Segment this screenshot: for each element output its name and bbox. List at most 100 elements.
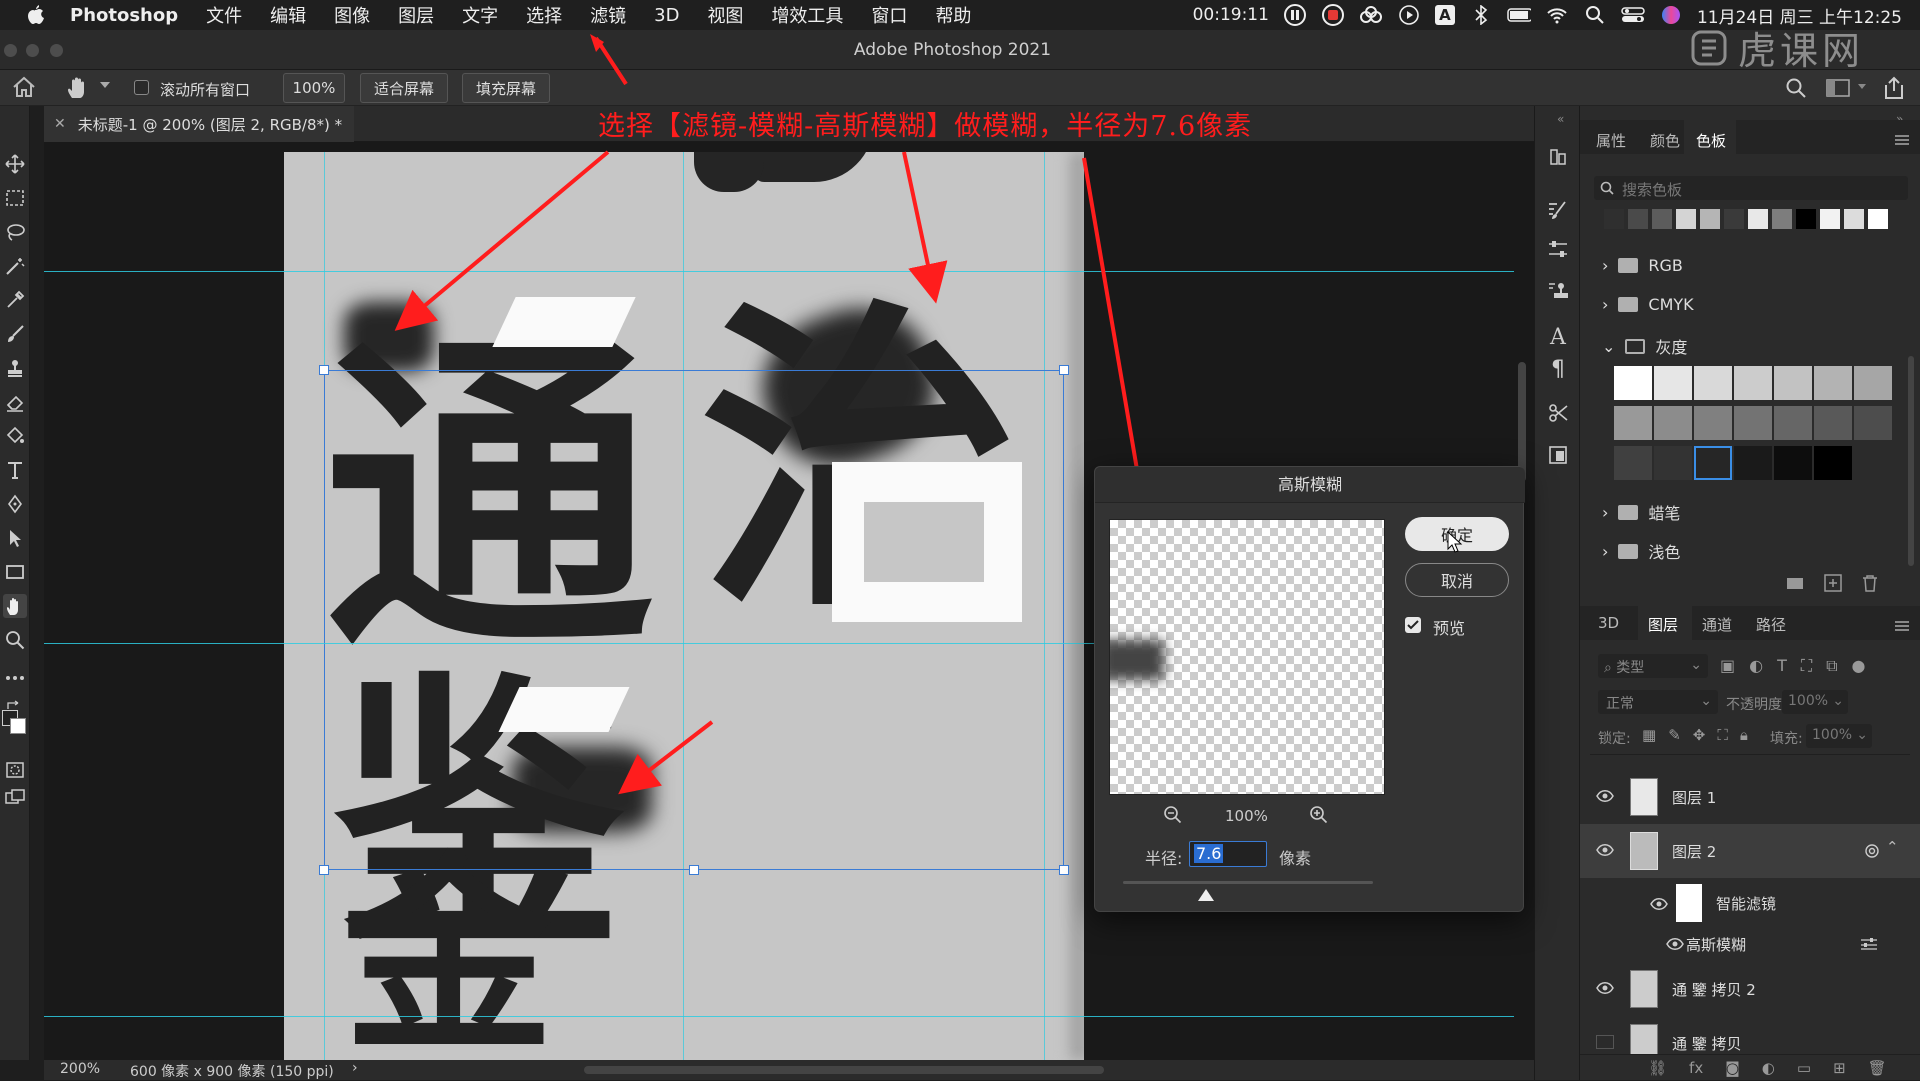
transform-bounding-box[interactable]: [324, 370, 1064, 870]
lock-artboard-icon[interactable]: ⛶: [1717, 726, 1728, 744]
brush-tool-icon[interactable]: [3, 322, 27, 346]
menu-image[interactable]: 图像: [334, 2, 370, 28]
blend-mode-select[interactable]: 正常 ⌄: [1598, 690, 1718, 714]
grayscale-swatch[interactable]: [1814, 406, 1852, 440]
search-icon[interactable]: [1583, 3, 1607, 27]
link-layers-icon[interactable]: ⛓: [1648, 1059, 1667, 1077]
paragraph-icon[interactable]: ¶: [1543, 354, 1573, 384]
stamp-tool-icon[interactable]: [3, 356, 27, 380]
tool-presets-icon[interactable]: [1543, 398, 1573, 428]
status-zoom[interactable]: 200%: [60, 1061, 100, 1077]
swatches-scrollbar[interactable]: [1908, 356, 1914, 566]
recent-swatch[interactable]: [1628, 209, 1648, 229]
swatch-group-light[interactable]: › 浅色: [1602, 539, 1680, 563]
new-layer-icon[interactable]: ⊞: [1833, 1059, 1846, 1077]
swatch-group-grayscale[interactable]: ⌄ 灰度: [1602, 334, 1687, 358]
menu-3d[interactable]: 3D: [654, 5, 679, 26]
wifi-icon[interactable]: [1545, 3, 1569, 27]
recent-swatch[interactable]: [1652, 209, 1672, 229]
transform-handle[interactable]: [1059, 365, 1069, 375]
menu-window[interactable]: 窗口: [871, 2, 907, 28]
workspace-icon[interactable]: [1826, 78, 1850, 98]
stop-record-icon[interactable]: [1321, 3, 1345, 27]
recent-swatch[interactable]: [1724, 209, 1744, 229]
menu-layer[interactable]: 图层: [398, 2, 434, 28]
tab-channels[interactable]: 通道: [1702, 614, 1732, 635]
tab-color[interactable]: 颜色: [1650, 130, 1680, 151]
radius-slider-track[interactable]: [1123, 881, 1373, 884]
menu-plugins[interactable]: 增效工具: [771, 2, 843, 28]
preview-checkbox[interactable]: [1405, 617, 1421, 633]
share-icon[interactable]: [1883, 76, 1905, 100]
visibility-eye-icon[interactable]: [1666, 937, 1684, 951]
recent-swatch[interactable]: [1844, 209, 1864, 229]
clone-source-icon[interactable]: [1543, 276, 1573, 306]
grayscale-swatch[interactable]: [1854, 366, 1892, 400]
lock-all-icon[interactable]: 🔒︎: [1740, 726, 1748, 744]
zoom-tool-icon[interactable]: [3, 628, 27, 652]
zoom-in-icon[interactable]: [1309, 805, 1329, 825]
layer-row[interactable]: 通 鑒 拷贝 2: [1580, 962, 1920, 1016]
image-filter-icon[interactable]: ▣: [1720, 656, 1735, 676]
grayscale-swatch[interactable]: [1654, 446, 1692, 480]
grayscale-swatch[interactable]: [1734, 406, 1772, 440]
menu-select[interactable]: 选择: [526, 2, 562, 28]
swatch-group-rgb[interactable]: › RGB: [1602, 256, 1683, 275]
type-tool-icon[interactable]: [3, 458, 27, 482]
character-icon[interactable]: A: [1543, 322, 1573, 352]
panel-menu-icon[interactable]: [1894, 620, 1910, 632]
marquee-tool-icon[interactable]: [3, 186, 27, 210]
blur-preview[interactable]: [1109, 519, 1385, 795]
quick-mask-icon[interactable]: [3, 758, 27, 782]
visibility-eye-icon[interactable]: [1596, 981, 1614, 995]
fill-screen-button[interactable]: 填充屏幕: [462, 73, 550, 103]
smart-object-filter-icon[interactable]: ⧉: [1826, 656, 1837, 676]
rectangle-tool-icon[interactable]: [3, 560, 27, 584]
home-icon[interactable]: [12, 76, 36, 98]
recent-swatch[interactable]: [1796, 209, 1816, 229]
radius-slider-thumb[interactable]: [1198, 889, 1214, 901]
filter-row[interactable]: 高斯模糊: [1580, 928, 1920, 960]
recent-swatch[interactable]: [1820, 209, 1840, 229]
grayscale-swatch[interactable]: [1614, 446, 1652, 480]
trash-icon[interactable]: [1862, 574, 1878, 592]
recent-swatch[interactable]: [1748, 209, 1768, 229]
background-color-swatch[interactable]: [10, 718, 26, 734]
hand-tool-preset-icon[interactable]: [66, 76, 88, 100]
transform-handle[interactable]: [319, 865, 329, 875]
lasso-tool-icon[interactable]: [3, 220, 27, 244]
move-tool-icon[interactable]: [3, 152, 27, 176]
new-swatch-icon[interactable]: [1824, 574, 1842, 592]
grayscale-swatch[interactable]: [1734, 446, 1772, 480]
adjustment-layer-icon[interactable]: ◐: [1762, 1059, 1775, 1077]
layer-filter-kind[interactable]: ⌕ 类型 ⌄: [1598, 654, 1708, 678]
transform-handle[interactable]: [319, 365, 329, 375]
layer-row-selected[interactable]: 图层 2 ⌃: [1580, 824, 1920, 878]
more-tools-icon[interactable]: [3, 666, 27, 690]
artboard-icon[interactable]: [1543, 440, 1573, 470]
tab-swatches[interactable]: 色板: [1696, 130, 1726, 151]
apple-logo-icon[interactable]: [24, 3, 46, 27]
fit-screen-button[interactable]: 适合屏幕: [360, 73, 448, 103]
new-group-icon[interactable]: ▭: [1797, 1059, 1811, 1077]
recent-swatch[interactable]: [1868, 209, 1888, 229]
eyedropper-tool-icon[interactable]: [3, 288, 27, 312]
adjustments-icon[interactable]: [1543, 234, 1573, 264]
chevron-down-icon[interactable]: [1858, 84, 1866, 89]
grayscale-swatch[interactable]: [1814, 446, 1852, 480]
battery-icon[interactable]: [1507, 3, 1531, 27]
bluetooth-icon[interactable]: [1469, 3, 1493, 27]
history-icon[interactable]: [1543, 142, 1573, 172]
transform-handle[interactable]: [1059, 865, 1069, 875]
grayscale-swatch[interactable]: [1774, 366, 1812, 400]
menu-help[interactable]: 帮助: [935, 2, 971, 28]
chevron-up-icon[interactable]: ⌃: [1886, 838, 1899, 856]
search-icon[interactable]: [1785, 77, 1807, 99]
collapse-icon[interactable]: «: [1557, 112, 1564, 126]
siri-icon[interactable]: [1659, 3, 1683, 27]
hand-tool-icon[interactable]: [3, 594, 27, 618]
recent-swatch[interactable]: [1676, 209, 1696, 229]
tab-3d[interactable]: 3D: [1598, 614, 1619, 632]
play-icon[interactable]: [1397, 3, 1421, 27]
visibility-eye-icon[interactable]: [1596, 843, 1614, 857]
